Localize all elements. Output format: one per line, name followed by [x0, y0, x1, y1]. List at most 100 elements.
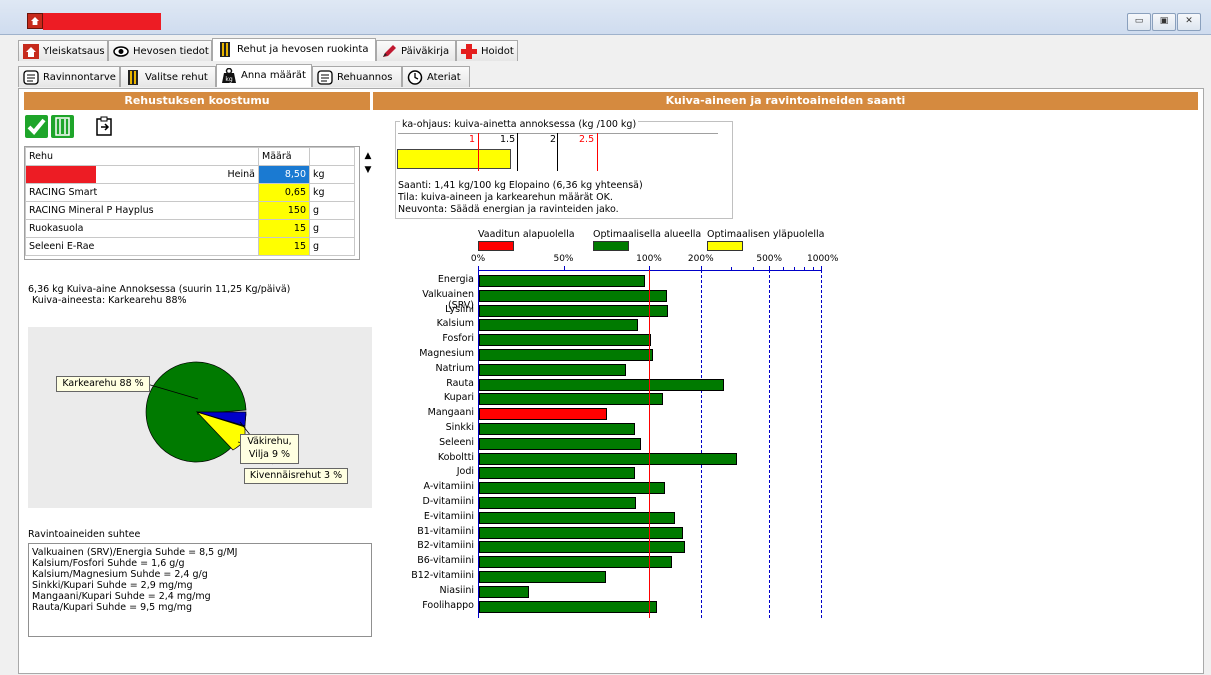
amount-field[interactable]: 15	[258, 219, 310, 238]
feed-name: Ruokasuola	[25, 219, 259, 238]
bar-sinkki	[479, 423, 635, 435]
tab-label: Ateriat	[427, 72, 461, 83]
bar-rauta	[479, 378, 725, 391]
ratios-title: Ravintoaineiden suhtee	[28, 529, 141, 540]
bar-b12-vitamiini	[479, 571, 606, 583]
column-header-unit	[309, 147, 355, 166]
close-button[interactable]: ✕	[1177, 13, 1201, 31]
bar-kupari	[479, 393, 663, 406]
gauge-status-state: Tila: kuiva-aineen ja karkearehun määrät…	[398, 192, 613, 203]
category-label: Lysiini	[445, 303, 474, 315]
legend-optimal-swatch	[593, 241, 629, 251]
ratio-line: Kalsium/Magnesium Suhde = 2,4 g/g	[32, 569, 208, 580]
bar-fosfori	[479, 334, 651, 347]
tab-anna-maarat[interactable]: kg Anna määrät	[216, 64, 312, 87]
gauge-tick: 1	[469, 134, 476, 145]
scale-icon: kg	[222, 68, 236, 83]
roughage-share: Kuiva-aineesta: Karkearehu 88%	[32, 295, 187, 306]
gauge-title: ka-ohjaus: kuiva-ainetta annoksessa (kg …	[400, 119, 639, 130]
bar-koboltti	[479, 452, 737, 465]
window-titlebar	[0, 0, 1211, 35]
tab-ravinnontarve[interactable]: Ravinnontarve	[18, 66, 120, 87]
pie-label-roughage: Karkearehu 88 %	[56, 376, 150, 392]
legend-below-label: Vaaditun alapuolella	[478, 229, 575, 240]
confirm-button[interactable]	[25, 115, 48, 138]
x-tick	[563, 266, 565, 270]
pen-icon	[383, 45, 396, 57]
tab-valitse-rehut[interactable]: Valitse rehut	[120, 66, 216, 87]
x-tick-label: 1000%	[807, 254, 839, 264]
tab-hevosen-tiedot[interactable]: Hevosen tiedot	[108, 40, 212, 61]
redacted-block	[26, 166, 96, 183]
move-up-button[interactable]: ▲	[361, 150, 375, 162]
tab-rehut[interactable]: Rehut ja hevosen ruokinta	[212, 38, 376, 61]
feed-select-button[interactable]	[51, 115, 74, 138]
ratio-line: Valkuainen (SRV)/Energia Suhde = 8,5 g/M…	[32, 547, 238, 558]
ratio-line: Sinkki/Kupari Suhde = 2,9 mg/mg	[32, 580, 193, 591]
amount-field[interactable]: 15	[258, 237, 310, 256]
pie-panel: Karkearehu 88 % Väkirehu, Vilja 9 % Kive…	[28, 327, 372, 508]
clipboard-button[interactable]	[93, 115, 115, 137]
bar-mangaani	[479, 408, 608, 421]
unit-label: g	[309, 219, 355, 238]
document-icon	[23, 70, 39, 85]
bar-foolihappo	[479, 600, 658, 613]
tab-label: Päiväkirja	[401, 46, 450, 57]
bar-d-vitamiini	[479, 497, 637, 509]
x-minor-tick	[752, 267, 754, 270]
legend-below-swatch	[478, 241, 514, 251]
tab-label: Anna määrät	[241, 70, 306, 81]
feed-name: RACING Smart	[25, 183, 259, 202]
cross-icon	[461, 44, 477, 59]
house-icon	[23, 44, 39, 59]
nutrient-chart: 0% 50% 100% 200% 500% 1000% Energia Valkuainen …	[380, 252, 850, 622]
feed-name: RACING Mineral P Hayplus	[25, 201, 259, 220]
tab-yleiskatsaus[interactable]: Yleiskatsaus	[18, 40, 108, 61]
category-label: Rauta	[446, 377, 474, 389]
bar-seleeni	[479, 437, 642, 450]
table-row: RACING Smart 0,65 kg	[25, 183, 355, 202]
category-label: E-vitamiini	[423, 510, 474, 522]
tab-ateriat[interactable]: Ateriat	[402, 66, 470, 87]
unit-label: kg	[309, 165, 355, 184]
dry-matter-gauge-box: ka-ohjaus: kuiva-ainetta annoksessa (kg …	[395, 119, 733, 219]
category-label: D-vitamiini	[422, 496, 475, 507]
category-label: Seleeni	[439, 436, 474, 448]
gridline	[821, 270, 822, 619]
feed-table: Rehu Määrä Heinä 8,50 kg RACING Smart 0,…	[24, 146, 360, 260]
category-label: Energia	[437, 274, 474, 285]
feed-icon	[220, 42, 230, 57]
move-down-button[interactable]: ▼	[361, 164, 375, 176]
tab-paivakirja[interactable]: Päiväkirja	[376, 40, 456, 61]
tab-rehuannos[interactable]: Rehuannos	[312, 66, 402, 87]
checkmark-icon	[27, 118, 46, 135]
bar-lysiini	[479, 304, 668, 317]
category-label: B6-vitamiini	[417, 555, 474, 567]
category-label: Koboltti	[437, 451, 474, 463]
tab-label: Ravinnontarve	[43, 72, 116, 83]
x-tick-label: 500%	[756, 254, 783, 264]
minimize-button[interactable]: ▭	[1127, 13, 1151, 31]
svg-text:kg: kg	[225, 76, 232, 83]
legend-optimal-label: Optimaalisella alueella	[593, 229, 702, 240]
category-label: A-vitamiini	[423, 481, 474, 493]
pie-label-mineral: Kivennäisrehut 3 %	[244, 468, 348, 484]
category-label: Kalsium	[436, 318, 474, 330]
x-tick-label: 0%	[470, 254, 486, 264]
bar-a-vitamiini	[479, 482, 666, 495]
clock-icon	[407, 70, 423, 85]
x-minor-tick	[804, 267, 806, 270]
amount-field[interactable]: 150	[258, 201, 310, 220]
maximize-button[interactable]: ▣	[1152, 13, 1176, 31]
x-minor-tick	[813, 267, 815, 270]
amount-field[interactable]: 8,50	[258, 165, 310, 184]
bar-natrium	[479, 363, 627, 376]
amount-field[interactable]: 0,65	[258, 183, 310, 202]
category-label: Natrium	[435, 362, 474, 374]
tab-hoidot[interactable]: Hoidot	[456, 40, 518, 61]
table-row: RACING Mineral P Hayplus 150 g	[25, 201, 355, 220]
tab-label: Hoidot	[481, 46, 514, 57]
category-label: B12-vitamiini	[411, 570, 474, 581]
gridline	[769, 270, 771, 619]
x-tick-label: 100%	[636, 254, 662, 264]
